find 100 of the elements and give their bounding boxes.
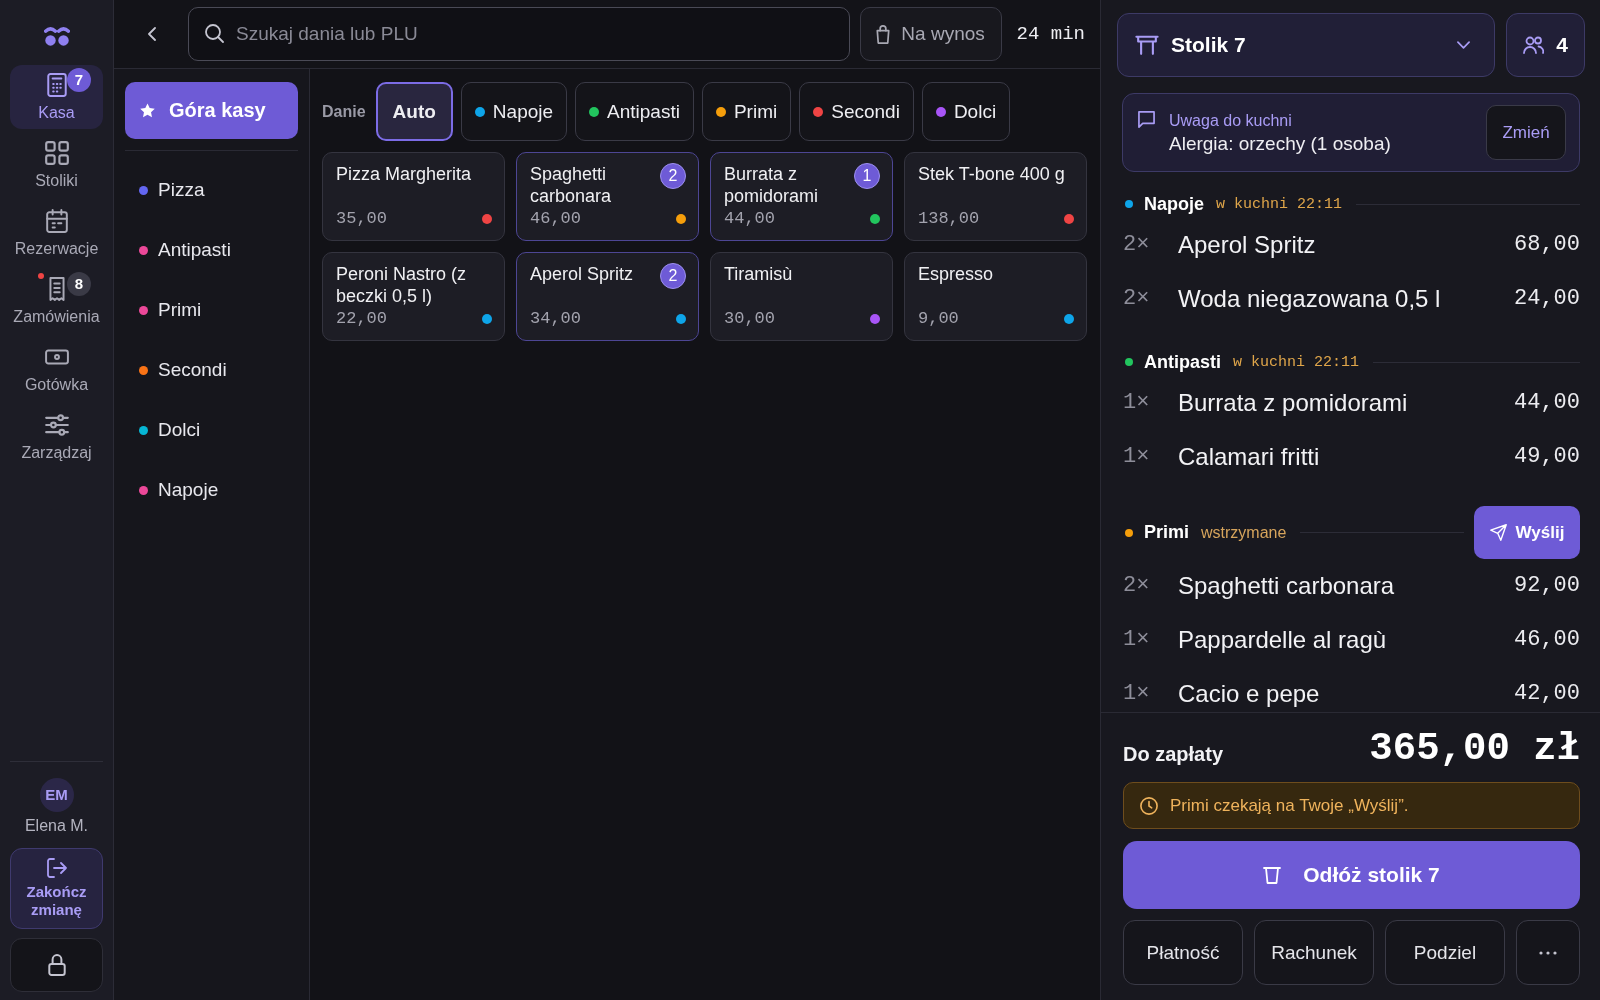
category-item[interactable]: Dolci xyxy=(125,400,298,460)
calendar-icon xyxy=(44,209,69,233)
product-name: Espresso xyxy=(918,263,994,285)
item-name: Pappardelle al ragù xyxy=(1178,626,1387,654)
top-items-button[interactable]: Góra kasy xyxy=(125,82,298,139)
product-card[interactable]: Burrata z pomidorami 1 44,00 xyxy=(710,152,893,241)
lock-icon xyxy=(47,954,66,976)
filter-chip[interactable]: Primi xyxy=(701,82,792,141)
action-button[interactable]: Rachunek xyxy=(1254,920,1374,985)
nav-item[interactable]: Stoliki xyxy=(10,133,103,197)
grid-icon xyxy=(44,141,69,165)
item-name: Aperol Spritz xyxy=(1178,231,1316,259)
section-title: Primi xyxy=(1144,522,1190,543)
action-button[interactable]: Podziel xyxy=(1385,920,1505,985)
item-price: 68,00 xyxy=(1514,231,1580,259)
product-card[interactable]: Tiramisù 30,00 xyxy=(710,252,893,341)
product-price: 9,00 xyxy=(918,309,959,329)
product-name: Peroni Nastro (z beczki 0,5 l) xyxy=(336,263,468,307)
nav-item[interactable]: Rezerwacje xyxy=(10,201,103,265)
filter-chip[interactable]: Napoje xyxy=(460,82,568,141)
category-item[interactable]: Antipasti xyxy=(125,220,298,280)
product-name: Stek T-bone 400 g xyxy=(918,163,1065,185)
item-name: Spaghetti carbonara xyxy=(1178,572,1395,600)
product-price: 34,00 xyxy=(530,309,581,329)
product-price: 44,00 xyxy=(724,209,775,229)
category-item[interactable]: Pizza xyxy=(125,160,298,220)
product-name: Burrata z pomidorami xyxy=(724,163,820,207)
item-quantity: 2× xyxy=(1123,285,1151,313)
bag-icon xyxy=(876,24,891,44)
item-quantity: 1× xyxy=(1123,626,1151,654)
guests-button[interactable]: 4 xyxy=(1506,13,1585,77)
category-item[interactable]: Primi xyxy=(125,280,298,340)
product-card[interactable]: Spaghetti carbonara 2 46,00 xyxy=(516,152,699,241)
search-icon xyxy=(205,24,224,43)
filter-chip[interactable]: Auto xyxy=(375,82,453,141)
send-button[interactable]: Wyślij xyxy=(1474,506,1580,559)
sliders-icon xyxy=(44,413,69,437)
filter-chip[interactable]: Antipasti xyxy=(575,82,694,141)
item-price: 24,00 xyxy=(1514,285,1580,313)
product-card[interactable]: Espresso 9,00 xyxy=(904,252,1087,341)
filter-chip[interactable]: Secondi xyxy=(799,82,914,141)
product-name: Pizza Margherita xyxy=(336,163,472,185)
action-button[interactable]: Płatność xyxy=(1123,920,1243,985)
product-price: 35,00 xyxy=(336,209,387,229)
item-quantity: 1× xyxy=(1123,680,1151,708)
user-avatar: EM xyxy=(39,778,74,812)
product-name: Tiramisù xyxy=(724,263,793,285)
product-card[interactable]: Stek T-bone 400 g 138,00 xyxy=(904,152,1087,241)
filter-chip[interactable]: Dolci xyxy=(921,82,1011,141)
more-icon xyxy=(1538,950,1558,955)
search-field[interactable]: Szukaj dania lub PLU xyxy=(188,7,850,61)
send-icon xyxy=(1489,524,1507,541)
item-price: 92,00 xyxy=(1514,572,1580,600)
lock-button[interactable] xyxy=(10,938,103,992)
item-price: 42,00 xyxy=(1514,680,1580,708)
bucket-icon xyxy=(1263,866,1282,884)
product-price: 138,00 xyxy=(918,209,980,229)
total-amount: 365,00 zł xyxy=(1369,726,1580,771)
product-card[interactable]: Aperol Spritz 2 34,00 xyxy=(516,252,699,341)
nav-item[interactable]: Kasa 7 xyxy=(10,65,103,129)
product-price: 30,00 xyxy=(724,309,775,329)
note-text: Alergia: orzechy (1 osoba) xyxy=(1169,131,1391,156)
item-quantity: 2× xyxy=(1123,231,1151,259)
takeaway-button[interactable]: Na wynos xyxy=(859,7,1002,61)
category-item[interactable]: Napoje xyxy=(125,460,298,520)
total-label: Do zapłaty xyxy=(1123,743,1224,767)
item-price: 44,00 xyxy=(1514,389,1580,417)
product-card[interactable]: Peroni Nastro (z beczki 0,5 l) 22,00 xyxy=(322,252,505,341)
end-shift-button[interactable]: Zakończ zmianę xyxy=(10,848,103,929)
item-name: Calamari fritti xyxy=(1178,443,1320,471)
count-badge: 8 xyxy=(67,272,91,296)
item-price: 49,00 xyxy=(1514,443,1580,471)
hold-table-button[interactable]: Odłóż stolik 7 xyxy=(1123,841,1580,910)
item-quantity: 2× xyxy=(1123,572,1151,600)
calculator-icon xyxy=(44,73,69,97)
nav-item[interactable]: Zarządzaj xyxy=(10,405,103,469)
section-title: Antipasti xyxy=(1144,351,1221,373)
filter-label: Danie xyxy=(322,102,366,121)
star-icon xyxy=(140,103,155,118)
product-price: 22,00 xyxy=(336,309,387,329)
nav-item[interactable]: Gotówka xyxy=(10,337,103,401)
user-name: Elena M. xyxy=(23,816,90,836)
item-quantity: 1× xyxy=(1123,443,1151,471)
section-status: w kuchni 22:11 xyxy=(1233,353,1360,371)
count-badge: 2 xyxy=(660,263,686,289)
section-title: Napoje xyxy=(1144,193,1204,215)
product-card[interactable]: Pizza Margherita 35,00 xyxy=(322,152,505,241)
product-price: 46,00 xyxy=(530,209,581,229)
chevron-left-icon xyxy=(148,27,156,41)
change-button[interactable]: Zmień xyxy=(1486,105,1566,160)
nav-item[interactable]: Zamówienia 8 xyxy=(10,269,103,333)
clock-icon xyxy=(1140,796,1158,815)
item-name: Woda niegazowana 0,5 l xyxy=(1178,285,1441,313)
count-badge: 1 xyxy=(854,163,880,189)
chat-icon xyxy=(1138,111,1155,128)
item-name: Cacio e pepe xyxy=(1178,680,1320,708)
count-badge: 7 xyxy=(67,68,91,92)
item-quantity: 1× xyxy=(1123,389,1151,417)
category-item[interactable]: Secondi xyxy=(125,340,298,400)
table-select[interactable]: Stolik 7 xyxy=(1117,13,1495,77)
